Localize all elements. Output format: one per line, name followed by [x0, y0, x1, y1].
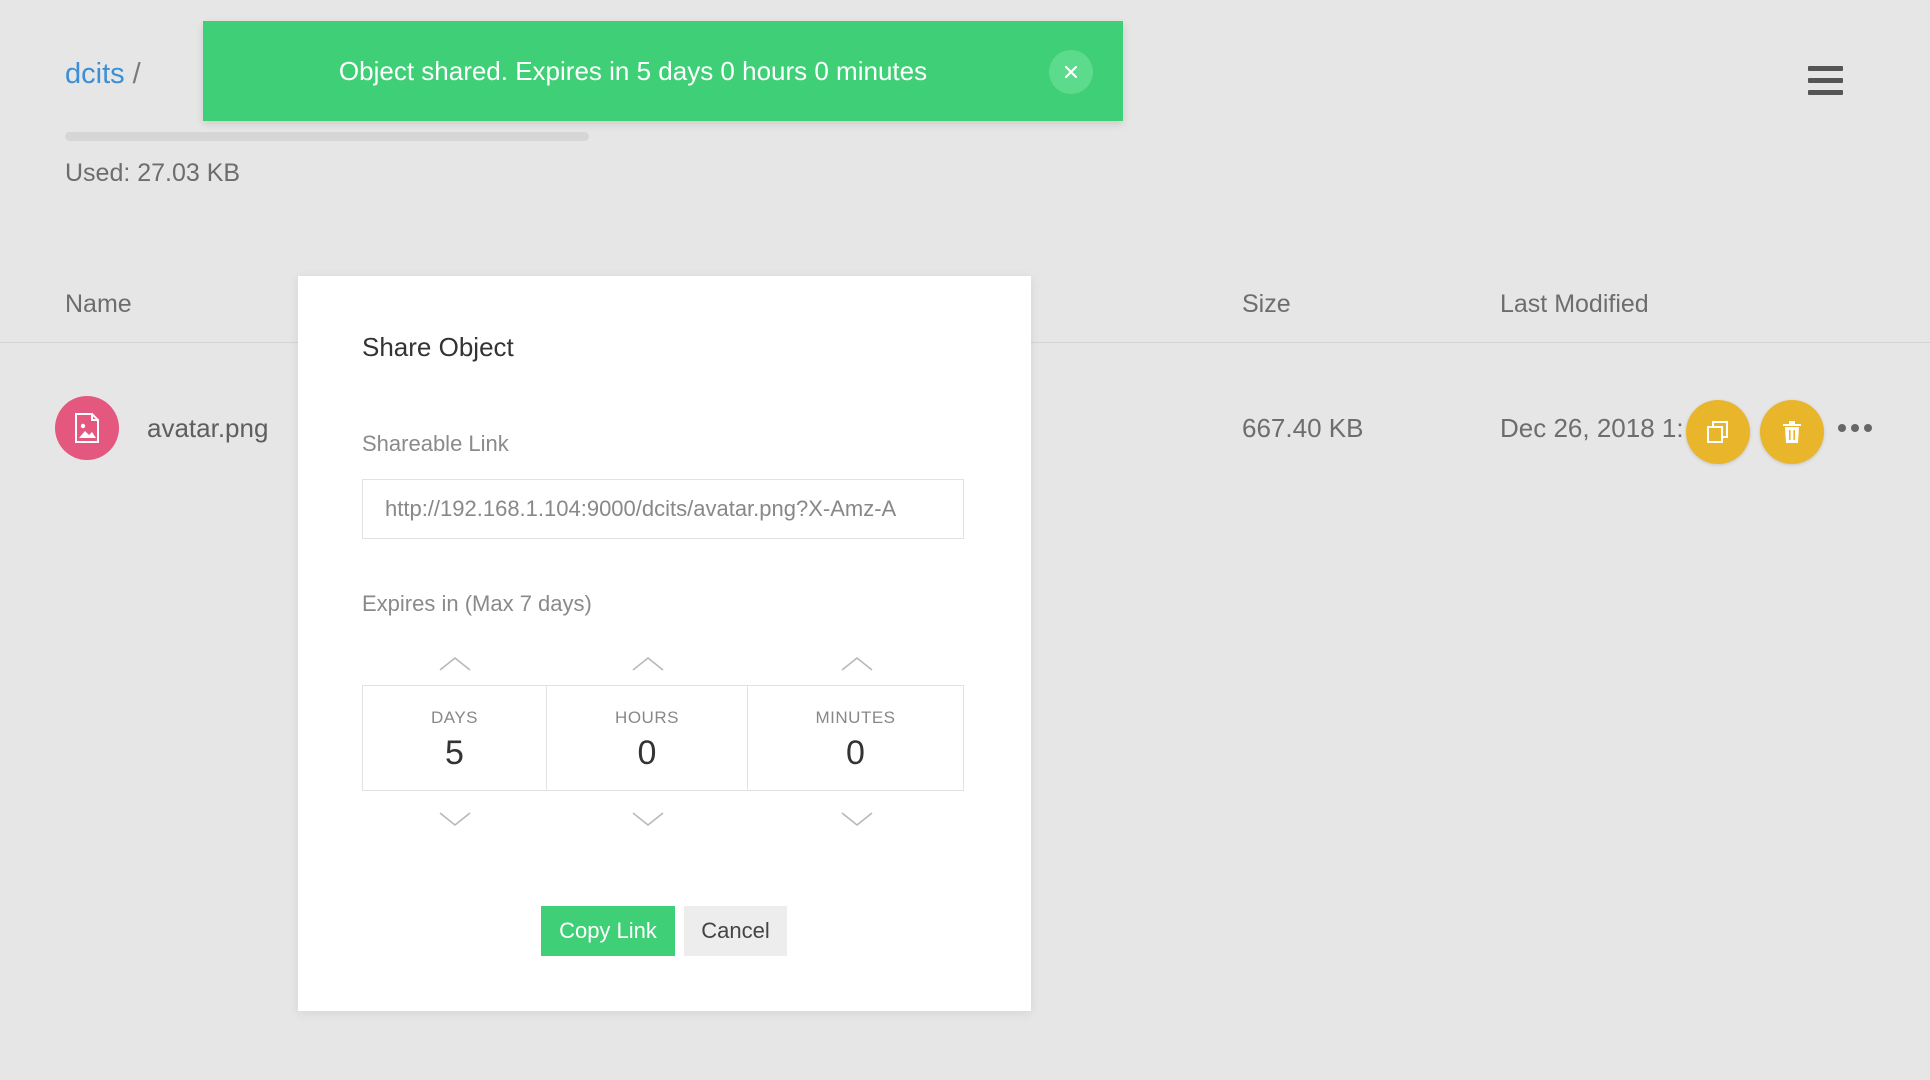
breadcrumb-bucket-link[interactable]: dcits [65, 58, 125, 90]
copy-icon [1707, 421, 1728, 443]
minutes-increment-icon[interactable] [839, 653, 875, 673]
share-success-toast: Object shared. Expires in 5 days 0 hours… [203, 21, 1123, 121]
column-header-last-modified[interactable]: Last Modified [1500, 290, 1649, 319]
toast-message: Object shared. Expires in 5 days 0 hours… [338, 56, 928, 86]
storage-usage-bar [65, 132, 589, 141]
more-options-icon[interactable] [1838, 411, 1872, 445]
minutes-decrement-icon[interactable] [839, 810, 875, 830]
delete-button[interactable] [1760, 400, 1824, 464]
hours-decrement-icon[interactable] [630, 810, 666, 830]
hours-label: HOURS [615, 708, 679, 727]
expiry-picker: DAYS 5 HOURS 0 MINUTES 0 [362, 685, 964, 791]
copy-link-button[interactable]: Copy Link [541, 906, 675, 956]
file-name[interactable]: avatar.png [147, 413, 268, 444]
breadcrumb: dcits / [65, 58, 141, 91]
days-decrement-icon[interactable] [437, 810, 473, 830]
column-header-size[interactable]: Size [1242, 290, 1291, 319]
hours-increment-icon[interactable] [630, 653, 666, 673]
hours-value: 0 [637, 734, 657, 772]
days-increment-icon[interactable] [437, 653, 473, 673]
minutes-label: MINUTES [815, 708, 896, 727]
minutes-value: 0 [846, 734, 865, 772]
trash-icon [1783, 421, 1801, 443]
modal-title: Share Object [362, 332, 514, 362]
expires-label: Expires in (Max 7 days) [362, 591, 592, 616]
days-value: 5 [445, 734, 464, 772]
toast-close-icon[interactable] [1049, 50, 1093, 94]
days-label: DAYS [430, 708, 479, 727]
file-last-modified: Dec 26, 2018 1: [1500, 413, 1684, 443]
hours-field[interactable]: HOURS 0 [547, 686, 748, 790]
minutes-field[interactable]: MINUTES 0 [748, 686, 963, 790]
storage-used-text: Used: 27.03 KB [65, 159, 241, 187]
image-file-icon[interactable] [55, 396, 119, 460]
shareable-link-label: Shareable Link [362, 431, 509, 456]
breadcrumb-separator: / [132, 58, 141, 90]
share-object-modal: Share Object Shareable Link Expires in (… [298, 276, 1031, 1011]
days-field[interactable]: DAYS 5 [363, 686, 547, 790]
menu-icon[interactable] [1808, 66, 1843, 96]
image-glyph-icon [75, 413, 99, 443]
close-icon [1064, 65, 1078, 79]
cancel-button[interactable]: Cancel [684, 906, 787, 956]
column-header-name[interactable]: Name [65, 290, 132, 319]
share-button[interactable] [1686, 400, 1750, 464]
file-size: 667.40 KB [1242, 413, 1364, 443]
shareable-link-input[interactable] [362, 479, 964, 539]
